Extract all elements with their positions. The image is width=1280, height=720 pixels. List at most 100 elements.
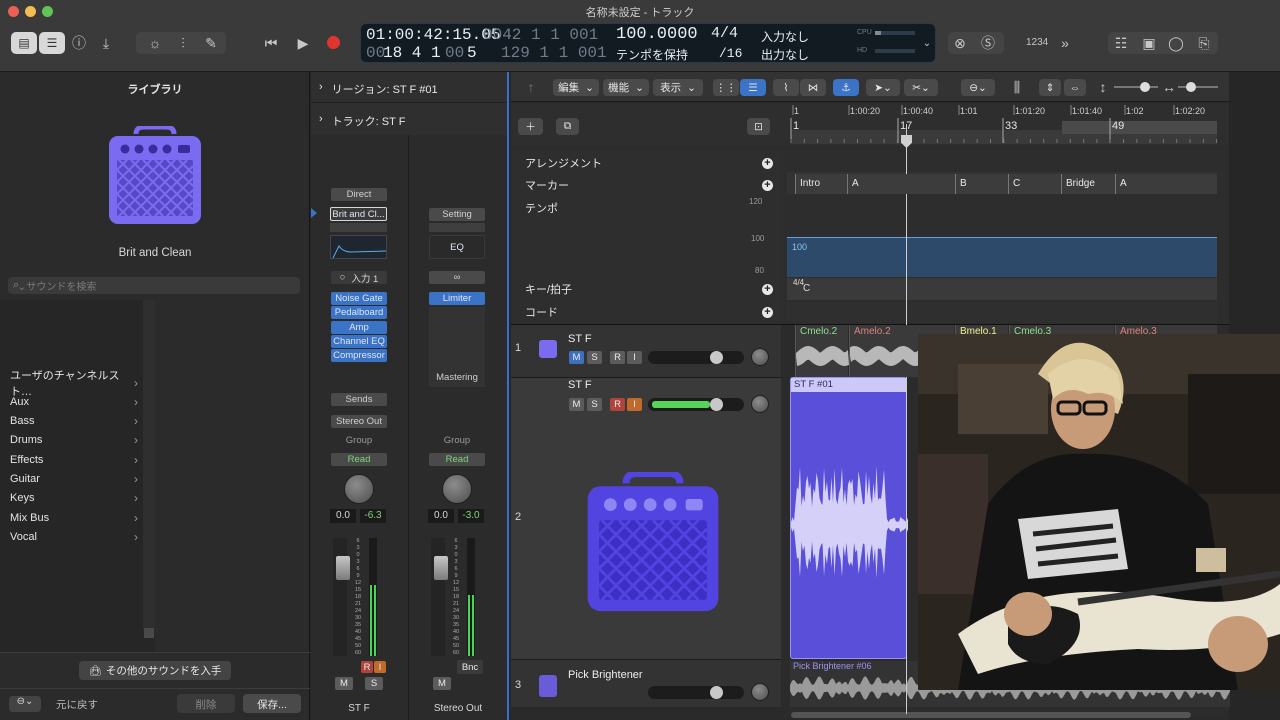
stereo-link-icon[interactable]: ∞: [429, 271, 485, 284]
library-category[interactable]: Keys ›: [10, 489, 138, 508]
pan-value[interactable]: 0.0: [428, 509, 454, 523]
setting-button[interactable]: Setting: [429, 208, 485, 221]
mastering-label[interactable]: Mastering: [429, 372, 485, 383]
add-track-button[interactable]: ＋: [518, 118, 543, 135]
gain-slot[interactable]: [429, 223, 485, 232]
track-volume-slider[interactable]: [648, 351, 744, 364]
level-value[interactable]: -3.0: [458, 509, 484, 523]
plugin-slot[interactable]: Pedalboard: [331, 306, 387, 320]
catch-menu[interactable]: ⊖⌄: [961, 79, 995, 96]
marker[interactable]: Intro: [795, 174, 847, 194]
track-pan-knob[interactable]: [751, 348, 769, 366]
plugin-slot[interactable]: Channel EQ: [331, 334, 387, 348]
library-scrollbar[interactable]: [143, 300, 155, 630]
lcd-display[interactable]: 01:00:42:15.05 0042 1 1 001 18 4 1 00 00…: [360, 23, 936, 63]
library-category[interactable]: Vocal ›: [10, 527, 138, 546]
solo-button[interactable]: S: [365, 677, 383, 690]
region-inspector-header[interactable]: › リージョン: ST F #01: [319, 81, 438, 97]
library-toggle-button[interactable]: ▤: [11, 32, 37, 54]
tempo-line[interactable]: [787, 237, 1217, 238]
lcd-tempo[interactable]: 100.0000: [616, 25, 698, 44]
view-menu[interactable]: 表示 ⌄: [653, 79, 703, 96]
automation-mode[interactable]: Read: [331, 453, 387, 466]
record-enable-button[interactable]: R: [610, 351, 625, 364]
scissors-tool[interactable]: ✂⌄: [904, 79, 938, 96]
track-pan-knob[interactable]: [751, 683, 769, 701]
group-slot[interactable]: Group: [429, 434, 485, 447]
volume-fader[interactable]: [434, 556, 448, 580]
add-icon[interactable]: +: [762, 283, 773, 295]
edit-menu[interactable]: 編集 ⌄: [553, 79, 599, 96]
play-icon[interactable]: ▶: [294, 34, 312, 52]
flex-icon[interactable]: ⋈: [800, 79, 826, 96]
pan-knob[interactable]: [344, 474, 374, 504]
division[interactable]: /16: [719, 46, 742, 61]
pan-value[interactable]: 0.0: [330, 509, 356, 523]
global-track-header[interactable]: マーカー +: [511, 174, 781, 196]
tempo-mode[interactable]: テンポを保持: [616, 46, 688, 63]
setting-button[interactable]: Brit and Cl...: [330, 207, 387, 221]
mute-button[interactable]: M: [569, 351, 584, 364]
global-track-header[interactable]: コード +: [511, 301, 781, 323]
search-input[interactable]: サウンドを検索: [26, 278, 96, 293]
solo-button[interactable]: S: [587, 398, 602, 411]
add-icon[interactable]: +: [762, 306, 773, 318]
marker[interactable]: A: [1115, 174, 1217, 194]
eq-thumbnail[interactable]: [330, 235, 387, 259]
help-icon[interactable]: ⓘ: [70, 34, 88, 52]
marker[interactable]: B: [955, 174, 1008, 194]
mixer-icon[interactable]: ⫶: [174, 34, 192, 52]
group-slot[interactable]: Group: [331, 434, 387, 447]
input-monitor-button[interactable]: I: [627, 398, 642, 411]
level-value[interactable]: -6.3: [360, 509, 386, 523]
input-slot[interactable]: ○ 入力 1: [331, 271, 387, 285]
global-track-header[interactable]: キー/拍子 +: [511, 278, 781, 300]
vertical-zoom-slider[interactable]: [1114, 82, 1158, 92]
add-icon[interactable]: +: [762, 157, 773, 169]
delete-button[interactable]: 削除: [177, 694, 235, 713]
track-name[interactable]: ST F: [568, 333, 592, 345]
chord-lane[interactable]: [787, 302, 1217, 322]
time-signature[interactable]: 4/4: [711, 25, 738, 42]
library-category[interactable]: Guitar ›: [10, 470, 138, 489]
save-button[interactable]: 保存...: [243, 694, 301, 713]
chevron-right-icon[interactable]: »: [1056, 34, 1074, 52]
library-category[interactable]: ユーザのチャンネルスト… ›: [10, 370, 138, 398]
gain-slot[interactable]: [330, 223, 387, 232]
chevron-down-icon[interactable]: ⌄: [921, 35, 933, 51]
smart-controls-icon[interactable]: ☼: [146, 34, 164, 52]
list-icon[interactable]: ☷: [1112, 34, 1130, 52]
marker[interactable]: C: [1008, 174, 1061, 194]
action-menu-button[interactable]: ⊖⌄: [9, 696, 41, 712]
inspector-toggle-button[interactable]: ☰: [39, 32, 65, 54]
volume-fader[interactable]: [336, 556, 350, 580]
eq-slot[interactable]: EQ: [429, 235, 485, 259]
automation-mode[interactable]: Read: [429, 453, 485, 466]
plugin-slot[interactable]: Compressor: [331, 349, 387, 363]
sends-slot[interactable]: Sends: [331, 393, 387, 406]
global-track-header[interactable]: テンポ: [511, 197, 781, 219]
add-icon[interactable]: +: [762, 179, 773, 191]
download-icon[interactable]: ⤓: [97, 34, 115, 52]
horizontal-zoom-slider[interactable]: [1178, 82, 1218, 92]
scroll-thumb[interactable]: [144, 628, 154, 638]
library-category[interactable]: Bass ›: [10, 412, 138, 431]
mute-button[interactable]: M: [569, 398, 584, 411]
tempo-lane[interactable]: [787, 237, 1217, 277]
automation-icon[interactable]: ⌇: [773, 79, 799, 96]
direct-button[interactable]: Direct: [331, 188, 387, 201]
track-volume-slider[interactable]: [648, 398, 744, 411]
track-volume-slider[interactable]: [648, 686, 744, 699]
count-in-label[interactable]: 1234: [1026, 37, 1048, 48]
amp-icon[interactable]: [539, 340, 557, 358]
mute-button[interactable]: M: [335, 677, 353, 690]
rewind-icon[interactable]: ⏮: [262, 34, 280, 52]
input-monitor-button[interactable]: I: [374, 661, 386, 673]
browser-icon[interactable]: ⎘: [1195, 34, 1213, 52]
record-button[interactable]: [327, 36, 340, 49]
low-latency-icon[interactable]: ⊗: [951, 34, 969, 52]
waveform-zoom-icon[interactable]: ⫼: [1007, 79, 1027, 95]
input-status[interactable]: 入力なし: [761, 28, 809, 45]
solo-button[interactable]: S: [587, 351, 602, 364]
up-arrow-icon[interactable]: ↑: [523, 79, 539, 95]
